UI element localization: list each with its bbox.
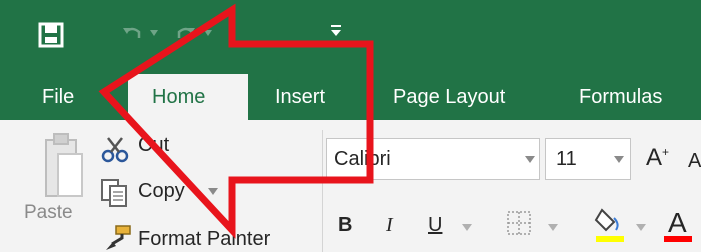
borders-icon[interactable] xyxy=(506,210,532,236)
redo-icon[interactable] xyxy=(176,24,196,42)
fill-color-icon[interactable] xyxy=(594,204,626,244)
customize-quick-access-icon[interactable] xyxy=(330,24,342,38)
font-color-swatch xyxy=(664,236,692,242)
font-size-dropdown-icon[interactable] xyxy=(614,156,624,164)
undo-dropdown-icon[interactable] xyxy=(150,30,158,36)
tab-home[interactable]: Home xyxy=(128,74,248,120)
font-size-value[interactable]: 11 xyxy=(556,148,577,171)
paste-icon[interactable] xyxy=(44,132,84,200)
borders-dropdown-icon[interactable] xyxy=(548,224,558,232)
tab-file[interactable]: File xyxy=(42,74,74,120)
fill-color-swatch xyxy=(596,236,624,242)
paste-button-label[interactable]: Paste xyxy=(24,202,73,224)
font-color-icon[interactable]: A xyxy=(662,204,694,244)
fill-color-dropdown-icon[interactable] xyxy=(636,224,646,232)
save-icon[interactable] xyxy=(38,22,64,48)
font-name-value[interactable]: Calibri xyxy=(334,148,391,171)
underline-button[interactable]: U xyxy=(428,214,442,237)
undo-icon[interactable] xyxy=(122,24,142,42)
italic-button[interactable]: I xyxy=(386,214,393,237)
scissors-icon[interactable] xyxy=(100,136,132,164)
cut-button-label[interactable]: Cut xyxy=(138,134,169,157)
tab-page-layout[interactable]: Page Layout xyxy=(393,74,505,120)
font-name-dropdown-icon[interactable] xyxy=(525,156,535,164)
title-bar xyxy=(0,0,701,74)
tab-insert[interactable]: Insert xyxy=(275,74,325,120)
copy-button-label[interactable]: Copy xyxy=(138,180,185,203)
bold-button[interactable]: B xyxy=(338,214,352,237)
copy-dropdown-icon[interactable] xyxy=(208,188,218,196)
format-painter-icon[interactable] xyxy=(104,224,134,252)
format-painter-button-label[interactable]: Format Painter xyxy=(138,228,270,251)
redo-dropdown-icon[interactable] xyxy=(204,30,212,36)
copy-icon[interactable] xyxy=(100,178,130,208)
group-divider xyxy=(322,130,323,252)
decrease-font-size-button[interactable]: A xyxy=(688,150,701,173)
increase-font-size-label: A xyxy=(646,144,663,171)
increase-font-size-caret: + xyxy=(662,145,670,159)
svg-text:A: A xyxy=(668,207,687,238)
ribbon-tab-bar: File Home Insert Page Layout Formulas xyxy=(0,74,701,120)
increase-font-size-button[interactable]: A+ xyxy=(646,144,669,172)
tab-formulas[interactable]: Formulas xyxy=(579,74,662,120)
underline-dropdown-icon[interactable] xyxy=(462,224,472,232)
